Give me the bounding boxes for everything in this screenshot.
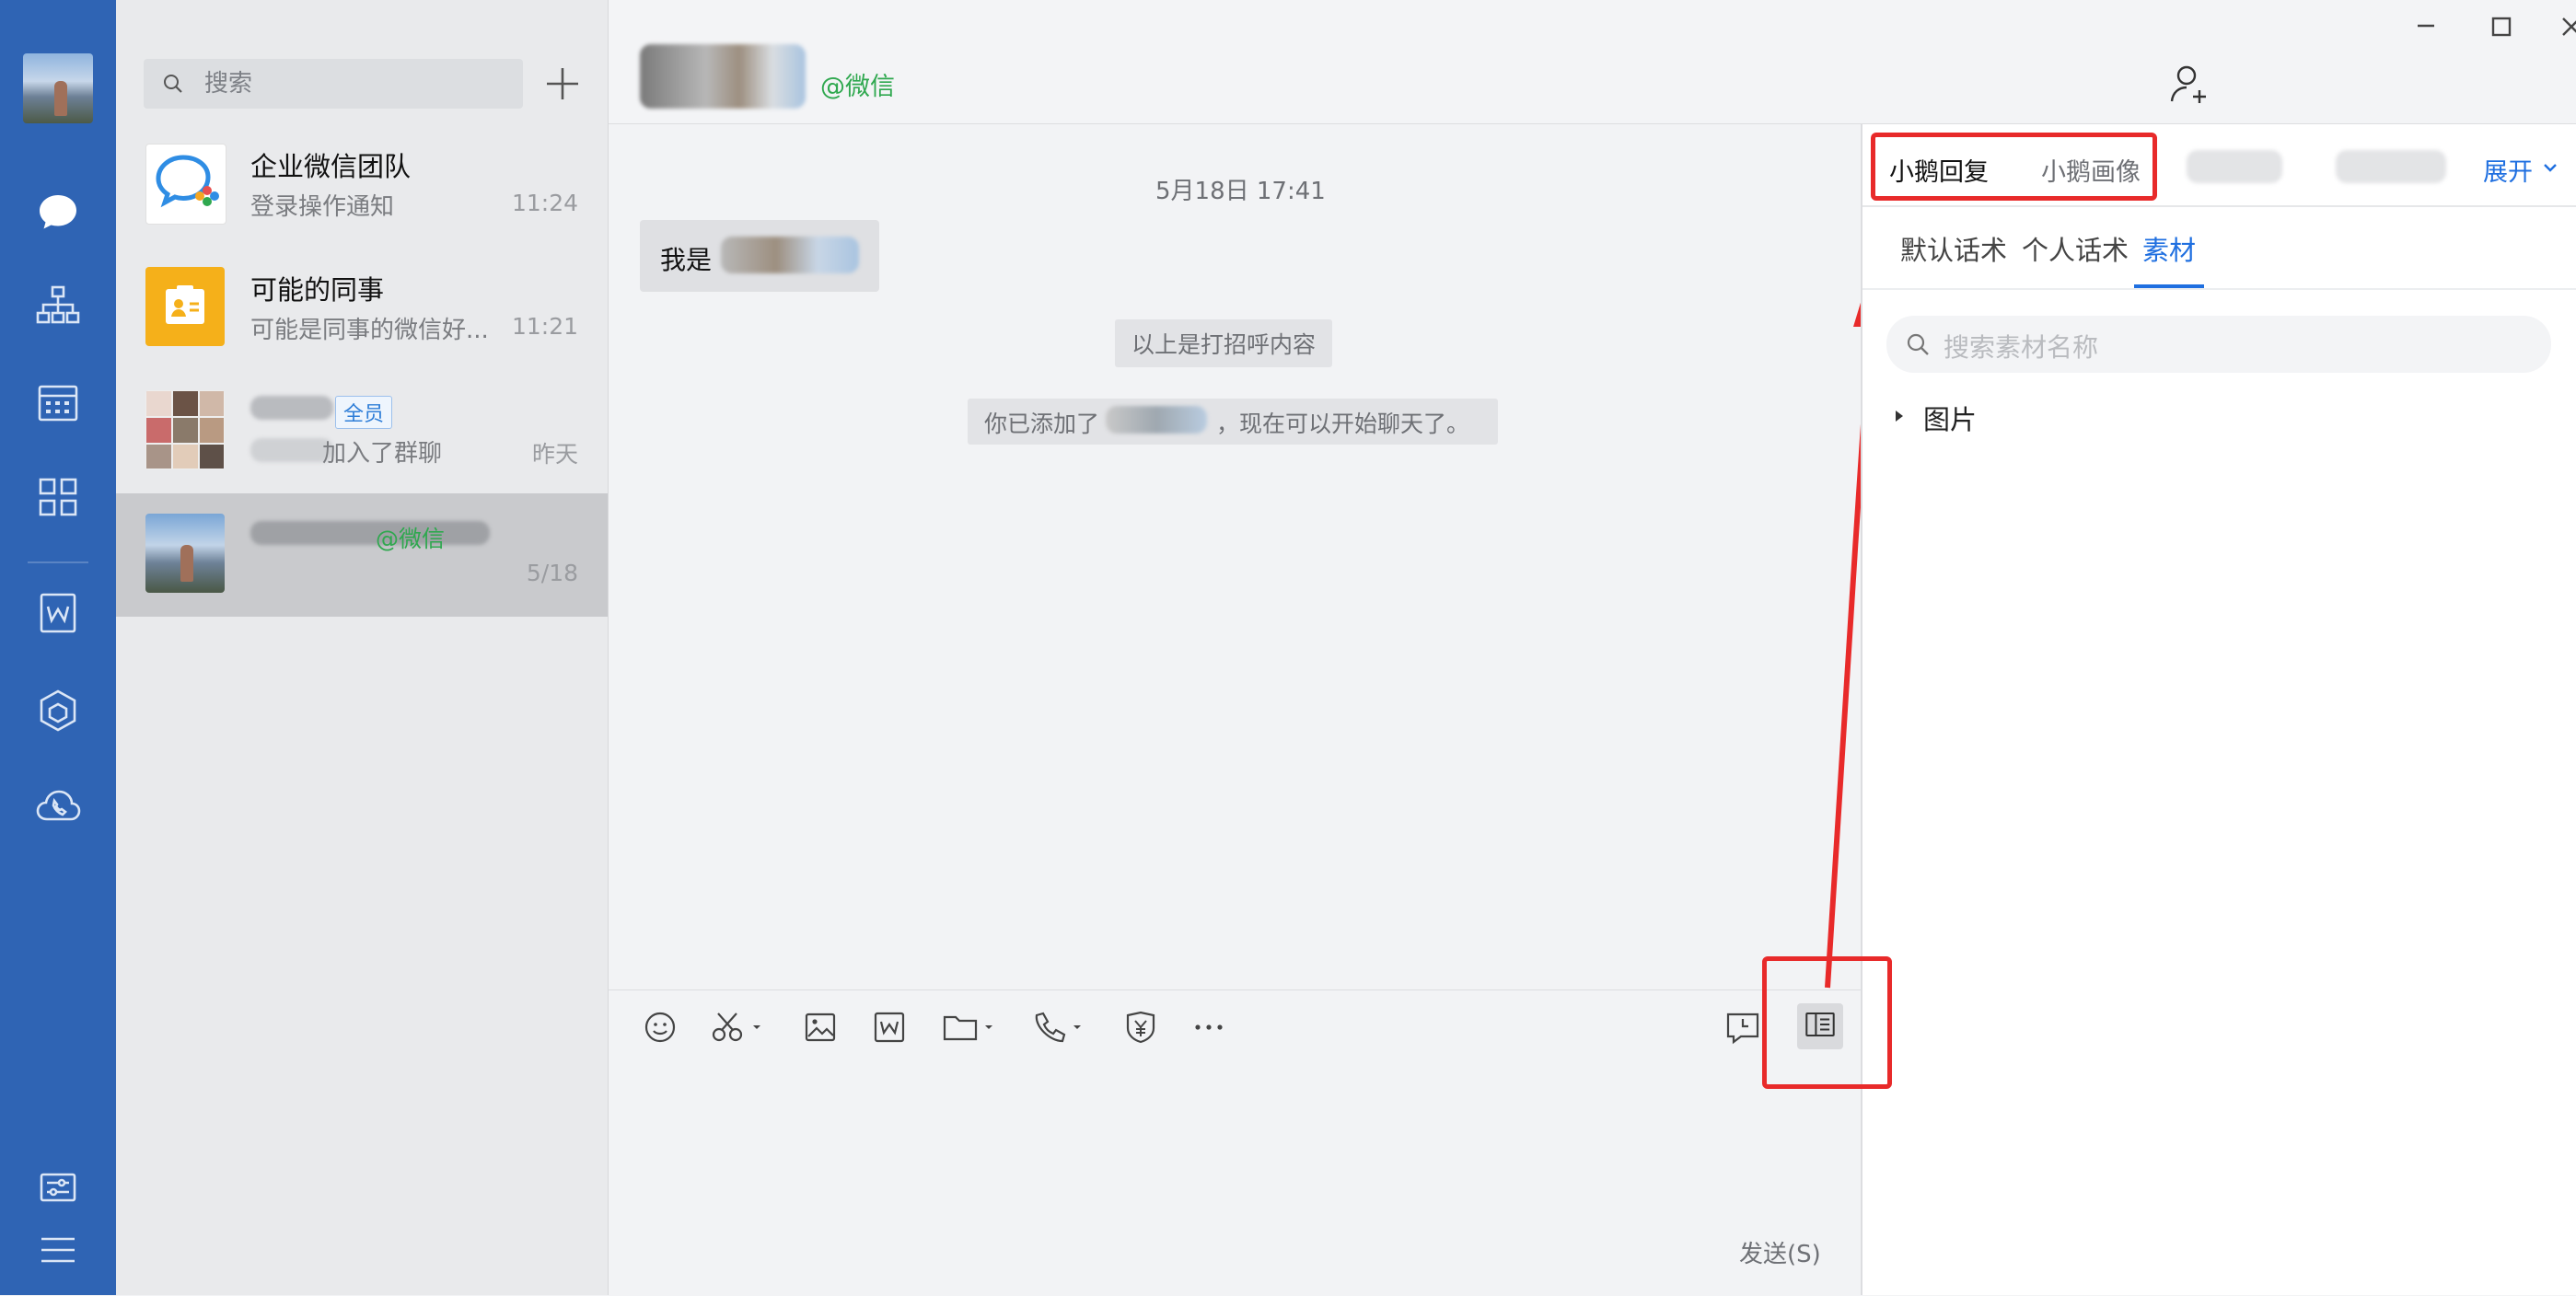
conversation-time: 11:21	[511, 313, 578, 340]
redacted-text	[721, 237, 859, 273]
org-structure-icon[interactable]	[30, 278, 86, 333]
add-plus-icon[interactable]	[540, 61, 586, 107]
add-member-icon[interactable]	[2166, 61, 2212, 107]
wecom-team-avatar	[145, 144, 226, 225]
redacted-tab[interactable]	[2187, 150, 2282, 183]
expand-button[interactable]: 展开	[2483, 152, 2533, 188]
subtab-materials[interactable]: 素材	[2142, 229, 2196, 268]
search-input[interactable]: 搜索	[144, 59, 523, 109]
conversation-list: 搜索 企业微信团队 登录操作通知 11:24 可能的同事 可能是同事的微信好..…	[116, 0, 609, 1295]
message-bubble[interactable]: 我是	[640, 220, 879, 292]
nav-rail	[0, 0, 116, 1295]
redacted-name	[250, 396, 333, 420]
conversation-time: 5/18	[526, 560, 578, 586]
message-input[interactable]	[664, 1055, 1842, 1221]
composer: 发送(S)	[609, 989, 1861, 1296]
annotation-box-tabs	[1871, 133, 2157, 201]
rail-divider	[28, 561, 88, 563]
conversation-name: 企业微信团队	[250, 151, 412, 182]
redacted-sender	[250, 438, 333, 462]
settings-sliders-icon[interactable]	[30, 1160, 86, 1215]
conversation-item[interactable]: 企业微信团队 登录操作通知 11:24	[116, 123, 608, 247]
added-prefix: 你已添加了	[984, 411, 1100, 437]
minimize-icon[interactable]	[2401, 4, 2451, 53]
material-search-input[interactable]: 搜索素材名称	[1886, 316, 2551, 373]
all-members-badge: 全员	[335, 396, 393, 429]
conversation-item-active[interactable]: @微信 5/18	[116, 493, 608, 617]
group-chat-avatar	[145, 390, 225, 469]
search-icon	[164, 75, 182, 93]
tab-divider	[1862, 205, 2576, 207]
system-message-added: 你已添加了 ，现在可以开始聊天了。	[968, 399, 1498, 445]
wechat-suffix: @微信	[376, 526, 446, 552]
user-avatar[interactable]	[23, 53, 93, 123]
conversation-name: 可能的同事	[250, 274, 385, 306]
tree-item-label: 图片	[1923, 404, 1978, 435]
chat-header: @微信	[609, 0, 2576, 124]
chat-bubble-icon[interactable]	[30, 184, 86, 239]
redacted-contact-name	[640, 44, 806, 109]
conversation-item[interactable]: 可能的同事 可能是同事的微信好... 11:21	[116, 247, 608, 370]
annotation-box-toggle	[1762, 956, 1892, 1089]
assistant-panel: 小鹅回复 小鹅画像 展开 默认话术 个人话术 素材 搜索素材名称 图片	[1861, 124, 2576, 1295]
subtab-divider	[1862, 288, 2576, 290]
search-placeholder: 搜索	[204, 70, 253, 98]
material-search-placeholder: 搜索素材名称	[1944, 332, 2099, 363]
conversation-time: 11:24	[511, 190, 578, 216]
chevron-down-icon	[2544, 164, 2557, 172]
system-message-greeting: 以上是打招呼内容	[1115, 319, 1333, 367]
conversation-time: 昨天	[531, 441, 578, 468]
document-w-icon[interactable]	[30, 585, 86, 641]
red-packet-icon[interactable]	[1120, 1006, 1162, 1048]
conversation-preview: 登录操作通知	[250, 193, 395, 221]
screenshot-scissors-icon[interactable]	[707, 1006, 772, 1048]
date-divider: 5月18日 17:41	[1155, 178, 1326, 205]
folder-icon[interactable]	[939, 1006, 1004, 1048]
image-icon[interactable]	[799, 1006, 841, 1048]
chat-history-icon[interactable]	[1722, 1006, 1764, 1048]
colleague-card-avatar	[145, 267, 225, 346]
tree-item-images[interactable]: 图片	[1890, 397, 2166, 437]
apps-grid-icon[interactable]	[30, 469, 86, 525]
document-w-icon[interactable]	[868, 1006, 911, 1048]
added-suffix: ，现在可以开始聊天了。	[1216, 411, 1470, 437]
phone-icon[interactable]	[1027, 1006, 1092, 1048]
send-button[interactable]: 发送(S)	[1739, 1235, 1821, 1269]
caret-right-icon	[1896, 411, 1903, 422]
message-text: 我是	[660, 245, 713, 275]
subtab-personal-scripts[interactable]: 个人话术	[2022, 229, 2129, 268]
search-icon	[1907, 333, 1929, 355]
more-icon[interactable]	[1188, 1006, 1230, 1048]
cloud-phone-icon[interactable]	[30, 779, 86, 834]
header-wechat-suffix: @微信	[820, 73, 895, 101]
redacted-tab[interactable]	[2336, 150, 2446, 183]
redacted-name	[250, 521, 490, 545]
redacted-name	[1106, 406, 1207, 434]
message-area: 5月18日 17:41 我是 以上是打招呼内容 你已添加了 ，现在可以开始聊天了…	[609, 124, 1892, 989]
menu-icon[interactable]	[30, 1222, 86, 1278]
conversation-item[interactable]: 全员 加入了群聊 昨天	[116, 370, 608, 493]
subtab-default-scripts[interactable]: 默认话术	[1900, 229, 2007, 268]
workbench-icon[interactable]	[30, 683, 86, 738]
contact-avatar	[145, 514, 225, 593]
calendar-icon[interactable]	[30, 376, 86, 431]
conversation-preview: 可能是同事的微信好...	[250, 317, 489, 344]
close-icon[interactable]	[2547, 4, 2576, 53]
maximize-icon[interactable]	[2477, 4, 2526, 53]
emoji-icon[interactable]	[639, 1006, 681, 1048]
conversation-preview: 加入了群聊	[322, 440, 443, 468]
